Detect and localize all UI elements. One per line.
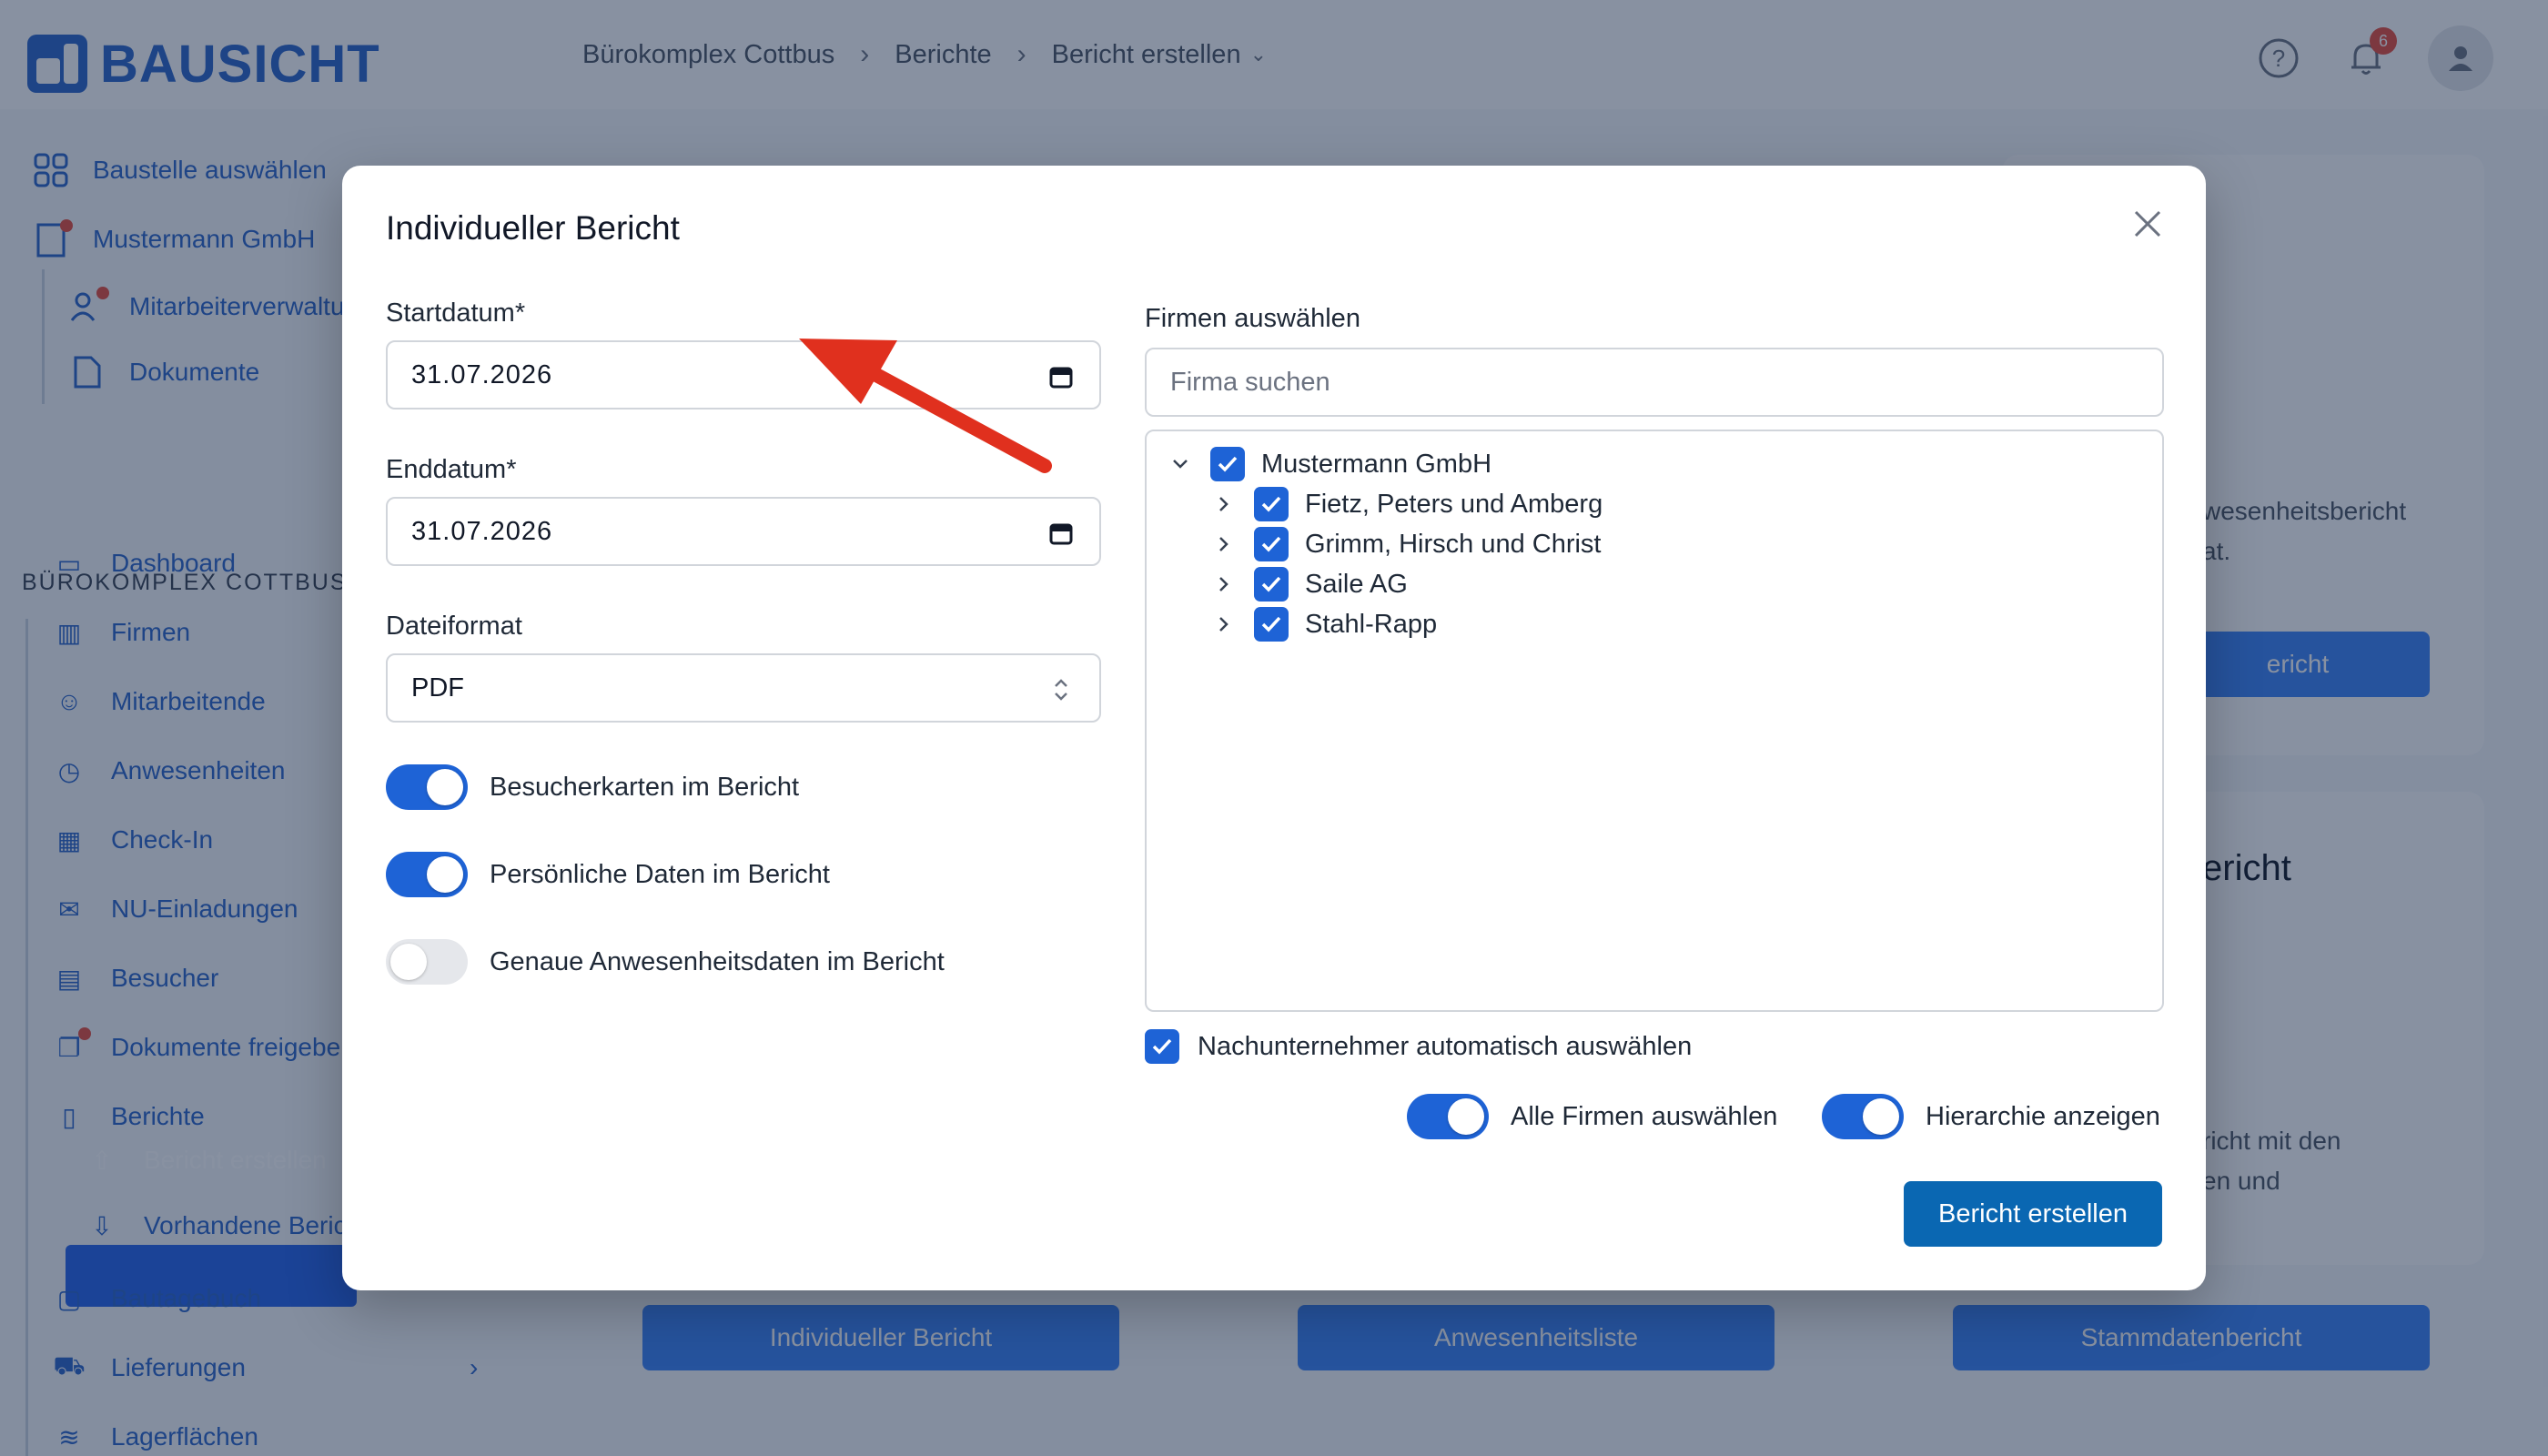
toggle-visitor-cards[interactable]: Besucherkarten im Bericht [386,764,799,810]
chevron-right-icon[interactable] [1210,571,1238,598]
checkbox-checked[interactable] [1254,607,1289,642]
checkbox-checked[interactable] [1210,447,1245,481]
toggle-label: Alle Firmen auswählen [1511,1101,1778,1131]
chevron-right-icon[interactable] [1210,611,1238,638]
chevron-right-icon[interactable] [1210,490,1238,518]
toggle-label: Besucherkarten im Bericht [490,772,800,802]
toggle-label: Hierarchie anzeigen [1926,1101,2160,1131]
tree-row-child[interactable]: Saile AG [1210,566,1408,602]
toggle-exact-attendance[interactable]: Genaue Anwesenheitsdaten im Bericht [386,939,945,985]
exact-attendance-switch[interactable] [386,939,468,985]
file-format-value: PDF [411,672,464,703]
company-tree: Mustermann GmbH Fietz, Peters und Amberg… [1145,430,2164,1012]
personal-data-switch[interactable] [386,852,468,897]
close-icon[interactable] [2126,202,2169,246]
auto-select-subcontractors[interactable]: Nachunternehmer automatisch auswählen [1145,1028,1692,1065]
toggle-label: Genaue Anwesenheitsdaten im Bericht [490,946,945,976]
tree-label: Grimm, Hirsch und Christ [1305,529,1602,559]
calendar-icon[interactable] [1046,519,1076,548]
companies-label: Firmen auswählen [1145,304,1360,333]
start-date-input[interactable]: 31.07.2026 [386,340,1101,410]
toggle-label: Persönliche Daten im Bericht [490,859,830,889]
company-search-placeholder: Firma suchen [1170,367,1330,397]
calendar-icon[interactable] [1046,362,1076,391]
end-date-label: Enddatum* [386,455,517,484]
checkbox-checked[interactable] [1254,527,1289,561]
toggle-personal-data[interactable]: Persönliche Daten im Bericht [386,852,830,897]
chevron-right-icon[interactable] [1210,531,1238,558]
tree-label: Saile AG [1305,569,1408,599]
select-arrows-icon [1046,675,1076,704]
toggle-select-all[interactable]: Alle Firmen auswählen [1407,1094,1777,1139]
file-format-select[interactable]: PDF [386,653,1101,723]
auto-select-label: Nachunternehmer automatisch auswählen [1198,1031,1693,1061]
report-modal: Individueller Bericht Startdatum* 31.07.… [342,166,2206,1290]
tree-label: Mustermann GmbH [1261,449,1492,479]
tree-row-child[interactable]: Grimm, Hirsch und Christ [1210,526,1602,562]
chevron-down-icon[interactable] [1167,450,1194,478]
tree-row-child[interactable]: Stahl-Rapp [1210,606,1437,642]
create-report-button[interactable]: Bericht erstellen [1904,1181,2162,1247]
start-date-label: Startdatum* [386,298,526,328]
end-date-input[interactable]: 31.07.2026 [386,497,1101,566]
start-date-value: 31.07.2026 [411,359,553,389]
hierarchy-switch[interactable] [1822,1094,1904,1139]
checkbox-checked[interactable] [1145,1029,1179,1064]
tree-row-root[interactable]: Mustermann GmbH [1167,446,1491,482]
select-all-switch[interactable] [1407,1094,1489,1139]
checkbox-checked[interactable] [1254,567,1289,602]
end-date-value: 31.07.2026 [411,516,553,546]
company-search-input[interactable]: Firma suchen [1145,348,2164,417]
visitor-cards-switch[interactable] [386,764,468,810]
modal-title: Individueller Bericht [386,209,680,247]
file-format-label: Dateiformat [386,612,522,641]
tree-row-child[interactable]: Fietz, Peters und Amberg [1210,486,1603,522]
checkbox-checked[interactable] [1254,487,1289,521]
tree-label: Stahl-Rapp [1305,609,1438,639]
toggle-hierarchy[interactable]: Hierarchie anzeigen [1822,1094,2160,1139]
tree-label: Fietz, Peters und Amberg [1305,489,1603,519]
